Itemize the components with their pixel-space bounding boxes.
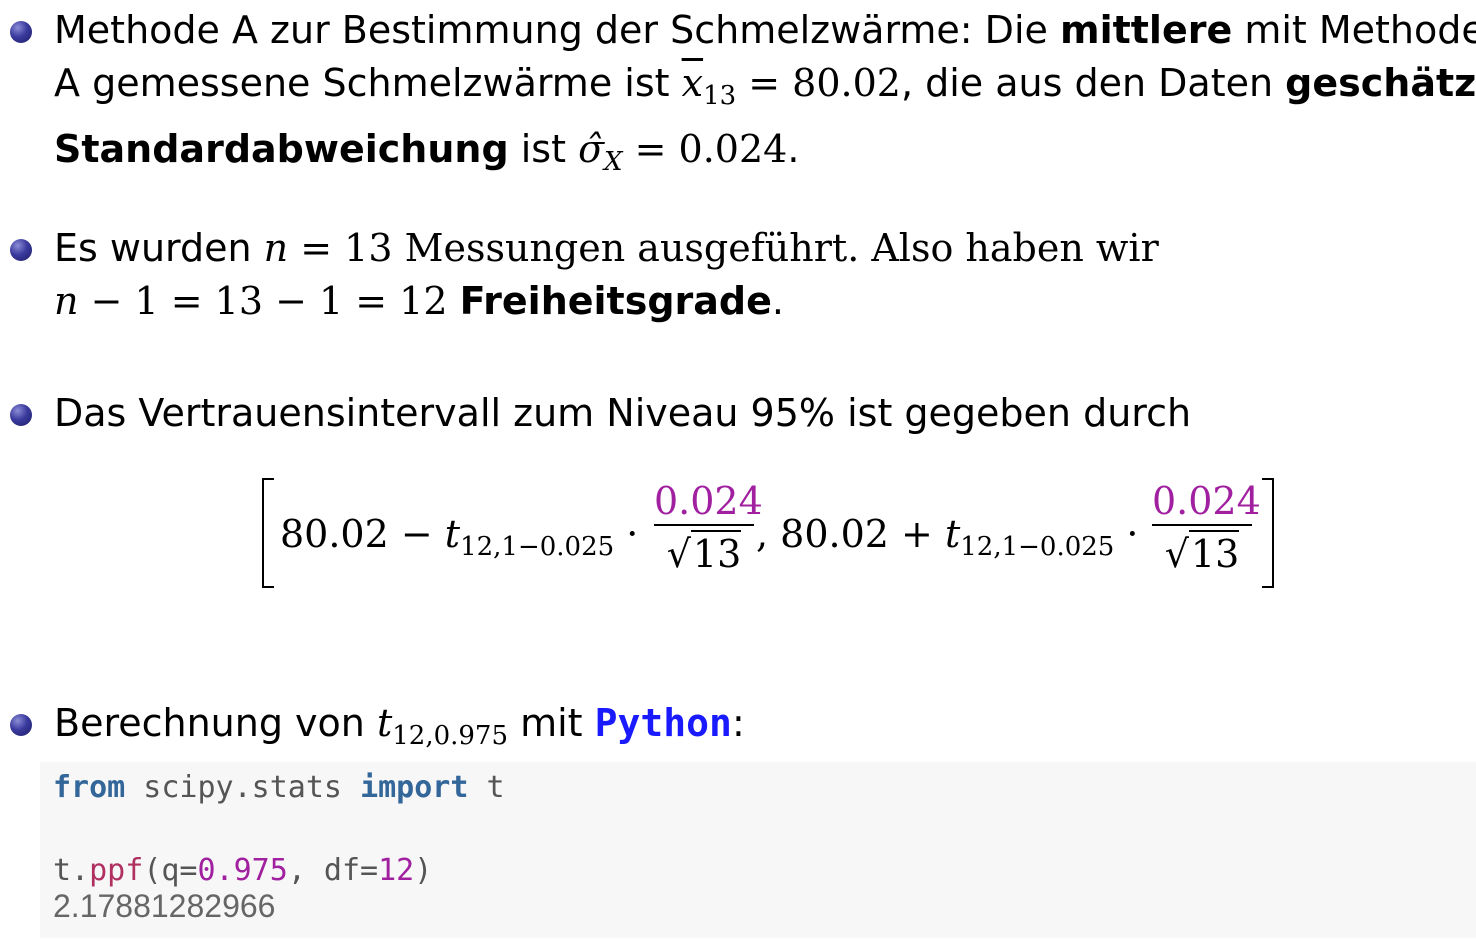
bold-term-freiheitsgrade: Freiheitsgrade [459, 279, 772, 323]
bullet-1-marker [10, 21, 32, 43]
code-object: t. [53, 853, 90, 888]
formula-left-part: 80.02 − t12,1−0.025 · [280, 512, 638, 562]
code-close-paren: ) [414, 853, 433, 888]
text-segment: . [787, 127, 800, 171]
bold-term-mittlere: mittlere [1059, 8, 1233, 52]
formula-fraction-right: 0.024 √13 [1152, 478, 1261, 578]
xbar-value: = 80.02 [736, 61, 901, 105]
code-function: ppf [89, 853, 144, 888]
text-segment: mit Methode [1232, 8, 1476, 52]
math-n: n [263, 226, 289, 270]
text-segment: , die aus den Daten [900, 61, 1286, 105]
code-value-df: 12 [378, 853, 415, 888]
formula-mean-minus: 80.02 − [280, 512, 445, 556]
bullet-2-line-1: Es wurden n = 13 Messungen ausgeführt. A… [54, 222, 1469, 275]
text-segment: = 13 Messungen ausgeführt. Also haben wi… [288, 226, 1159, 270]
text-segment: ist [508, 127, 579, 171]
bold-term-geschaetzte: geschätzte [1285, 61, 1476, 105]
code-keyword-from: from [53, 770, 126, 805]
right-bracket [1262, 478, 1274, 588]
bullet-3-text: Das Vertrauensintervall zum Niveau 95% i… [54, 387, 1469, 440]
code-block: from scipy.stats import t t.ppf(q=0.975,… [40, 762, 1476, 938]
xbar-symbol: x [681, 61, 704, 105]
left-bracket [262, 478, 274, 588]
math-sigma: σ̂X = 0.024 [578, 127, 788, 177]
text-segment: Es wurden [54, 226, 264, 270]
code-arg-df: , df= [287, 853, 379, 888]
bullet-4-marker [10, 714, 32, 736]
bullet-2-text: Es wurden n = 13 Messungen ausgeführt. A… [54, 222, 1469, 328]
confidence-interval-formula: 80.02 − t12,1−0.025 · 0.024 √13 , 80.02 … [262, 478, 1274, 588]
sqrt-radicand: 13 [690, 530, 742, 576]
bullet-1-line-3: Standardabweichung ist σ̂X = 0.024. [54, 123, 1469, 189]
math-t-quantile: t12,0.975 [376, 701, 508, 751]
sigma-symbol: σ̂ [578, 127, 605, 171]
text-segment: Methode A zur Bestimmung der Schmelzwärm… [54, 8, 1060, 52]
bold-term-standardabweichung: Standardabweichung [54, 127, 509, 171]
bullet-3-line-1: Das Vertrauensintervall zum Niveau 95% i… [54, 391, 1192, 435]
t-symbol: t [376, 701, 393, 745]
sqrt-icon: √ [1164, 532, 1189, 576]
text-segment: A gemessene Schmelzwärme ist [54, 61, 682, 105]
sqrt-radicand: 13 [1188, 530, 1240, 576]
sqrt-icon: √ [666, 532, 691, 576]
code-keyword-import: import [360, 770, 469, 805]
code-line-import: from scipy.stats import t [53, 770, 505, 805]
formula-t-subscript: 12,1−0.025 [460, 532, 615, 562]
code-import-name: t [468, 770, 505, 805]
code-module: scipy.stats [125, 770, 361, 805]
formula-dot: · [614, 512, 639, 556]
formula-mean-plus: , 80.02 + [756, 512, 945, 556]
text-segment: . [771, 279, 784, 323]
bullet-1-line-1: Methode A zur Bestimmung der Schmelzwärm… [54, 4, 1476, 57]
python-label: Python [594, 701, 732, 745]
bullet-2-marker [10, 239, 32, 261]
fraction-numerator: 0.024 [1152, 479, 1261, 523]
fraction-denominator: √13 [654, 526, 754, 578]
bullet-2-line-2: n − 1 = 13 − 1 = 12 Freiheitsgrade. [54, 275, 1469, 328]
bullet-3-marker [10, 404, 32, 426]
formula-t-symbol: t [944, 512, 961, 556]
sigma-value: = 0.024 [622, 127, 788, 171]
text-segment: Berechnung von [54, 701, 377, 745]
bullet-4-text: Berechnung von t12,0.975 mit Python: [54, 697, 1469, 763]
formula-fraction-left: 0.024 √13 [654, 478, 763, 578]
sigma-subscript: X [604, 147, 623, 177]
math-n: n [54, 279, 79, 323]
bullet-1-line-2: A gemessene Schmelzwärme ist x13 = 80.02… [54, 57, 1476, 123]
formula-right-part: , 80.02 + t12,1−0.025 · [756, 512, 1139, 562]
formula-t-subscript: 12,1−0.025 [960, 532, 1115, 562]
formula-dot: · [1114, 512, 1139, 556]
bullet-1-text: Methode A zur Bestimmung der Schmelzwärm… [54, 4, 1476, 189]
fraction-numerator: 0.024 [654, 479, 763, 523]
bullet-4-line-1: Berechnung von t12,0.975 mit Python: [54, 697, 1469, 763]
code-line-call: t.ppf(q=0.975, df=12) [53, 853, 432, 888]
code-output: 2.17881282966 [53, 888, 276, 924]
code-value-q: 0.975 [197, 853, 288, 888]
math-xbar: x13 = 80.02 [681, 61, 901, 111]
xbar-subscript: 13 [703, 81, 737, 111]
text-segment: : [731, 701, 745, 745]
code-arg-q: (q= [143, 853, 198, 888]
fraction-denominator: √13 [1152, 526, 1252, 578]
t-subscript: 12,0.975 [392, 721, 509, 751]
math-dof-expression: − 1 = 13 − 1 = 12 [78, 279, 460, 323]
formula-t-symbol: t [444, 512, 461, 556]
text-segment: mit [508, 701, 595, 745]
